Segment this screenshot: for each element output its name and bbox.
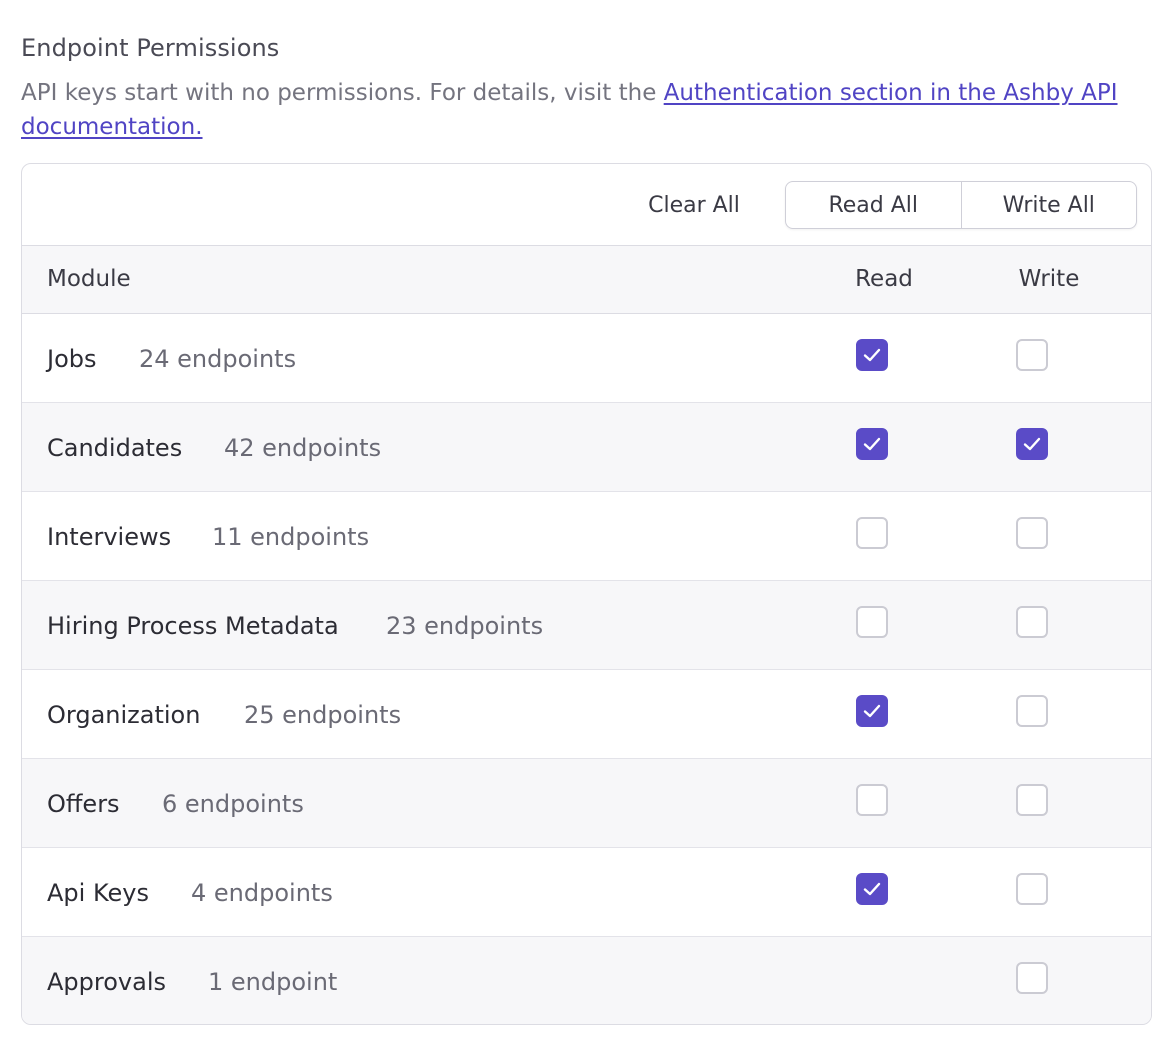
endpoint-count: 6 endpoints — [162, 789, 304, 818]
module-name: Hiring Process Metadata — [47, 611, 339, 640]
read-all-button[interactable]: Read All — [786, 182, 961, 228]
section-description: API keys start with no permissions. For … — [21, 76, 1131, 144]
module-name: Jobs — [47, 344, 97, 373]
write-checkbox[interactable] — [1016, 428, 1048, 460]
permissions-toolbar: Clear All Read All Write All — [22, 164, 1151, 246]
endpoint-count: 4 endpoints — [191, 878, 333, 907]
checkmark-icon — [863, 437, 881, 451]
table-row: Approvals 1 endpoint — [22, 937, 1151, 1024]
read-checkbox[interactable] — [856, 873, 888, 905]
checkmark-icon — [863, 704, 881, 718]
permissions-card: Clear All Read All Write All Module Read… — [21, 163, 1152, 1025]
module-name: Approvals — [47, 967, 166, 996]
read-checkbox[interactable] — [856, 606, 888, 638]
permissions-rows: Jobs 24 endpoints Candidates 42 endpoints In… — [22, 314, 1151, 1024]
table-row: Hiring Process Metadata 23 endpoints — [22, 581, 1151, 670]
endpoint-count: 25 endpoints — [244, 700, 402, 729]
table-row: Jobs 24 endpoints — [22, 314, 1151, 403]
write-checkbox[interactable] — [1016, 339, 1048, 371]
table-row: Organization 25 endpoints — [22, 670, 1151, 759]
module-name: Candidates — [47, 433, 183, 462]
read-checkbox[interactable] — [856, 517, 888, 549]
table-row: Offers 6 endpoints — [22, 759, 1151, 848]
section-title: Endpoint Permissions — [21, 34, 280, 62]
checkmark-icon — [863, 348, 881, 362]
write-checkbox[interactable] — [1016, 695, 1048, 727]
endpoint-permissions-page: Endpoint Permissions API keys start with… — [0, 0, 1174, 1056]
endpoint-count: 42 endpoints — [224, 433, 382, 462]
module-name: Interviews — [47, 522, 172, 551]
bulk-select-button-group: Read All Write All — [785, 181, 1137, 229]
column-header-module: Module — [47, 266, 131, 292]
clear-all-button[interactable]: Clear All — [624, 182, 764, 228]
write-checkbox[interactable] — [1016, 517, 1048, 549]
checkmark-icon — [863, 882, 881, 896]
table-row: Candidates 42 endpoints — [22, 403, 1151, 492]
write-checkbox[interactable] — [1016, 873, 1048, 905]
write-checkbox[interactable] — [1016, 606, 1048, 638]
table-header: Module Read Write — [22, 246, 1151, 314]
endpoint-count: 24 endpoints — [139, 344, 297, 373]
column-header-read: Read — [855, 266, 913, 292]
read-checkbox[interactable] — [856, 428, 888, 460]
module-name: Offers — [47, 789, 120, 818]
read-checkbox[interactable] — [856, 784, 888, 816]
write-checkbox[interactable] — [1016, 962, 1048, 994]
checkmark-icon — [1023, 437, 1041, 451]
write-checkbox[interactable] — [1016, 784, 1048, 816]
read-checkbox[interactable] — [856, 339, 888, 371]
endpoint-count: 11 endpoints — [212, 522, 370, 551]
column-header-write: Write — [1018, 266, 1080, 292]
read-checkbox[interactable] — [856, 695, 888, 727]
module-name: Organization — [47, 700, 201, 729]
description-text: API keys start with no permissions. For … — [21, 80, 664, 106]
module-name: Api Keys — [47, 878, 149, 907]
table-row: Api Keys 4 endpoints — [22, 848, 1151, 937]
endpoint-count: 1 endpoint — [208, 967, 338, 996]
write-all-button[interactable]: Write All — [960, 182, 1137, 228]
table-row: Interviews 11 endpoints — [22, 492, 1151, 581]
endpoint-count: 23 endpoints — [386, 611, 544, 640]
